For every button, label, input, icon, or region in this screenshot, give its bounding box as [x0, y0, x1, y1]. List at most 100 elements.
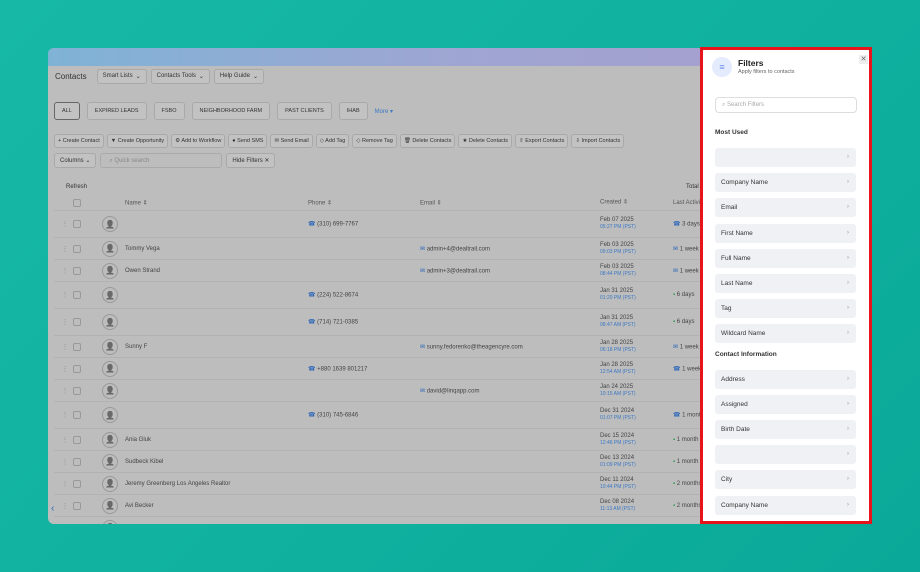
col-email[interactable]: Email ⇕	[420, 199, 442, 206]
row-checkbox[interactable]	[73, 291, 81, 299]
col-created[interactable]: Created ⇕	[600, 199, 628, 206]
drag-handle-icon[interactable]: ⋮	[62, 412, 68, 419]
table-row[interactable]: ⋮ 👤 ☎ (310) 699-7767 Feb 07 2025 05:27 PM (P…	[54, 211, 714, 238]
tab-past-clients[interactable]: PAST CLIENTS	[277, 102, 332, 120]
drag-handle-icon[interactable]: ⋮	[62, 221, 68, 228]
phone-icon: ☎	[308, 366, 318, 372]
row-checkbox[interactable]	[73, 457, 81, 466]
close-icon[interactable]: ✕	[859, 55, 868, 64]
select-all-checkbox[interactable]	[73, 198, 81, 207]
table-row[interactable]: ⋮👤Nadine CairDec 07 2024▪ 2 months	[54, 517, 714, 524]
contact-name[interactable]: Avi Becker	[125, 503, 154, 509]
filter-item[interactable]: ›	[715, 445, 856, 465]
filter-item[interactable]: Company Name ›	[715, 495, 856, 515]
quick-search-input[interactable]: ⌕ Quick search	[100, 153, 223, 168]
filter-item[interactable]: Birth Date ›	[715, 420, 856, 439]
toolbar-button[interactable]: ⇧ Export Contacts	[515, 134, 569, 148]
row-checkbox[interactable]	[73, 266, 81, 275]
contact-name[interactable]: Owen Strand	[125, 268, 160, 274]
row-checkbox[interactable]	[73, 523, 81, 524]
filter-item[interactable]: City ›	[715, 470, 856, 490]
filter-item[interactable]: Wildcard Name ›	[715, 324, 856, 344]
filter-item[interactable]: Address ›	[715, 369, 856, 389]
drag-handle-icon[interactable]: ⋮	[62, 343, 68, 350]
contact-name[interactable]: Sudbeck Kibel	[125, 459, 163, 465]
tab-all[interactable]: ALL	[54, 102, 80, 120]
row-checkbox[interactable]	[73, 244, 81, 253]
hide-filters-button[interactable]: Hide Filters ✕	[226, 153, 276, 168]
col-phone[interactable]: Phone ⇕	[308, 199, 332, 206]
toolbar-button[interactable]: + Create Contact	[54, 134, 104, 148]
drag-handle-icon[interactable]: ⋮	[62, 267, 68, 274]
drag-handle-icon[interactable]: ⋮	[62, 436, 68, 443]
filter-item[interactable]: ›	[715, 148, 856, 167]
refresh-button[interactable]: Refresh	[66, 184, 87, 190]
contacts-tools-menu[interactable]: Contacts Tools ⌄	[150, 68, 210, 84]
phone-cell: ☎ (224) 522-8674	[308, 292, 358, 299]
table-row[interactable]: ⋮ 👤 Avi Becker Dec 08 2024 11:13 AM (PST) ▪ 2…	[54, 495, 714, 517]
row-checkbox[interactable]	[73, 479, 81, 488]
tab-expired-leads[interactable]: EXPIRED LEADS	[86, 102, 147, 120]
table-row[interactable]: ⋮ 👤 Jeremy Greenberg Los Angeles Realtor De…	[54, 473, 714, 495]
toolbar-button[interactable]: ▼ Create Opportunity	[106, 134, 169, 148]
tab-fsbo[interactable]: FSBO	[153, 102, 185, 120]
toolbar-button[interactable]: ● Send SMS	[228, 134, 268, 148]
row-checkbox[interactable]	[73, 342, 81, 351]
table-row[interactable]: ⋮ 👤 Ania Gluk Dec 15 2024 12:46 PM (PST) ▪ 1 …	[54, 429, 714, 451]
smart-lists-menu[interactable]: Smart Lists ⌄	[96, 68, 147, 84]
row-checkbox[interactable]	[73, 220, 81, 228]
toolbar-button[interactable]: ⇩ Import Contacts	[571, 134, 625, 148]
filter-item[interactable]: Last Name ›	[715, 274, 856, 293]
contact-name[interactable]: Jeremy Greenberg Los Angeles Realtor	[125, 481, 230, 487]
filter-item[interactable]: Tag ›	[715, 299, 856, 319]
contact-name[interactable]: Sunny F	[125, 344, 147, 350]
table-row[interactable]: ⋮ 👤 Sunny F ✉ sunny.fedorenko@theagencyre.c…	[54, 336, 714, 358]
filter-item[interactable]: Assigned ›	[715, 394, 856, 414]
row-checkbox[interactable]	[73, 435, 81, 444]
table-row[interactable]: ⋮ 👤 ☎ +880 1639 801217 Jan 28 2025 12:54 AM …	[54, 358, 714, 380]
table-row[interactable]: ⋮ 👤 Sudbeck Kibel Dec 13 2024 01:09 PM (PST)…	[54, 451, 714, 473]
table-row[interactable]: ⋮ 👤 Tommy Vega ✉ admin+4@dealtrail.com Feb 0…	[54, 238, 714, 260]
filter-item[interactable]: First Name ›	[715, 223, 856, 243]
help-guide-menu[interactable]: Help Guide ⌄	[213, 68, 264, 84]
toolbar-button[interactable]: ★ Delete Contacts	[458, 134, 513, 148]
toolbar-button[interactable]: ⚙ Add to Workflow	[171, 134, 226, 148]
filter-item[interactable]: Company Name ›	[715, 173, 856, 193]
tab-ihab[interactable]: IHAB	[338, 102, 368, 120]
filter-item[interactable]: Email ›	[715, 198, 856, 218]
columns-button[interactable]: Columns ⌄	[54, 153, 97, 168]
drag-handle-icon[interactable]: ⋮	[62, 480, 68, 487]
created-cell: Jan 31 2025 08:47 AM (PST)	[600, 315, 636, 329]
more-tabs-link[interactable]: More ▾	[375, 108, 393, 115]
contact-name[interactable]: Ania Gluk	[125, 437, 151, 443]
tab-neighborhood-farm[interactable]: NEIGHBORHOOD FARM	[191, 102, 271, 120]
drag-handle-icon[interactable]: ⋮	[62, 502, 68, 509]
drag-handle-icon[interactable]: ⋮	[62, 365, 68, 372]
drag-handle-icon[interactable]: ⋮	[62, 458, 68, 465]
row-checkbox[interactable]	[73, 501, 81, 510]
collapse-chevron-icon[interactable]: ‹	[51, 503, 54, 514]
row-checkbox[interactable]	[73, 386, 81, 395]
filter-item[interactable]: Full Name ›	[715, 248, 856, 268]
drag-handle-icon[interactable]: ⋮	[62, 387, 68, 394]
col-name[interactable]: Name ⇕	[125, 199, 148, 206]
toolbar-button[interactable]: 🗑 Delete Contacts	[399, 134, 456, 148]
table-row[interactable]: ⋮ 👤 ☎ (310) 745-6846 Dec 31 2024 01:07 PM (P…	[54, 402, 714, 429]
avatar-icon: 👤	[102, 240, 118, 257]
drag-handle-icon[interactable]: ⋮	[62, 319, 68, 326]
toolbar-button[interactable]: ◇ Remove Tag	[352, 134, 397, 148]
toolbar-button[interactable]: ◇ Add Tag	[315, 134, 350, 148]
drag-handle-icon[interactable]: ⋮	[62, 292, 68, 299]
table-row[interactable]: ⋮ 👤 ✉ david@linqapp.com Jan 24 2025 10:15 AM…	[54, 380, 714, 402]
col-last-activity[interactable]: Last Activi	[673, 200, 700, 206]
drag-handle-icon[interactable]: ⋮	[62, 245, 68, 252]
row-checkbox[interactable]	[73, 411, 81, 419]
contact-name[interactable]: Tommy Vega	[125, 246, 160, 252]
table-row[interactable]: ⋮ 👤 ☎ (714) 721-0385 Jan 31 2025 08:47 AM (P…	[54, 309, 714, 336]
row-checkbox[interactable]	[73, 318, 81, 326]
table-row[interactable]: ⋮ 👤 ☎ (224) 522-8674 Jan 31 2025 01:20 PM (P…	[54, 282, 714, 309]
search-filters-input[interactable]: ⌕ Search Filters	[715, 97, 857, 113]
toolbar-button[interactable]: ✉ Send Email	[270, 134, 313, 148]
table-row[interactable]: ⋮ 👤 Owen Strand ✉ admin+3@dealtrail.com Feb …	[54, 260, 714, 282]
row-checkbox[interactable]	[73, 364, 81, 373]
